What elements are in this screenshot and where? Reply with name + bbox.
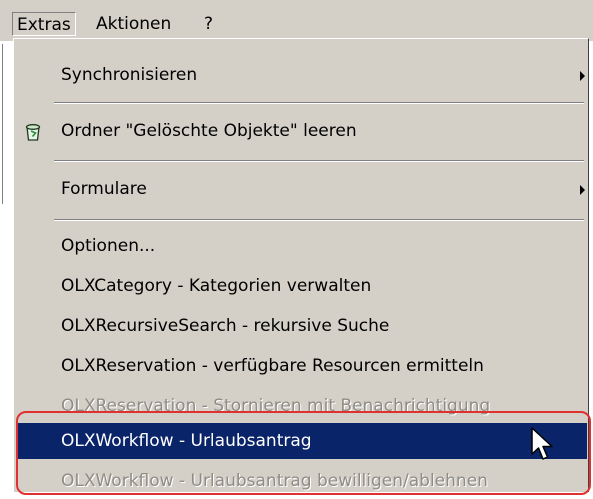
menu-item-olxworkflow-approve: OLXWorkflow - Urlaubsantrag bewilligen/a… [17, 463, 587, 499]
menu-item-label: OLXWorkflow - Urlaubsantrag bewilligen/a… [61, 471, 488, 491]
menu-item-olxreservation-cancel: OLXReservation - Stornieren mit Benachri… [17, 388, 587, 424]
menu-extras[interactable]: Extras [12, 12, 76, 36]
submenu-arrow-icon [580, 71, 585, 81]
menu-item-formulare[interactable]: Formulare [17, 171, 587, 207]
menu-separator [54, 219, 584, 221]
menu-item-label: Synchronisieren [61, 65, 198, 85]
menu-help[interactable]: ? [200, 12, 217, 36]
menu-separator [54, 160, 584, 162]
window-edge-line [2, 44, 3, 204]
menu-item-optionen[interactable]: Optionen... [17, 228, 587, 264]
menu-item-label: OLXReservation - verfügbare Resourcen er… [61, 356, 484, 376]
menu-item-label: OLXWorkflow - Urlaubsantrag [61, 431, 312, 451]
menu-item-label: OLXCategory - Kategorien verwalten [61, 276, 372, 296]
menu-item-synchronisieren[interactable]: Synchronisieren [17, 57, 587, 93]
menu-item-label: OLXReservation - Stornieren mit Benachri… [61, 396, 491, 416]
menu-aktionen[interactable]: Aktionen [92, 12, 175, 36]
menu-item-olxrecursivesearch[interactable]: OLXRecursiveSearch - rekursive Suche [17, 308, 587, 344]
menu-item-label: Optionen... [61, 236, 156, 256]
menu-item-olxreservation-resources[interactable]: OLXReservation - verfügbare Resourcen er… [17, 348, 587, 384]
menu-item-olxcategory[interactable]: OLXCategory - Kategorien verwalten [17, 268, 587, 304]
mouse-cursor-icon [531, 427, 553, 460]
submenu-arrow-icon [580, 185, 585, 195]
menu-bar: Extras Aktionen ? [0, 0, 593, 41]
menu-item-label: OLXRecursiveSearch - rekursive Suche [61, 316, 390, 336]
extras-dropdown-menu: Synchronisieren Ordner "Gelöschte Objekt… [13, 38, 589, 492]
menu-item-empty-deleted-items[interactable]: Ordner "Gelöschte Objekte" leeren [17, 113, 587, 149]
menu-item-label: Formulare [61, 179, 147, 199]
menu-separator [54, 102, 584, 104]
recycle-bin-icon [25, 124, 41, 141]
menu-item-olxworkflow-urlaubsantrag[interactable]: OLXWorkflow - Urlaubsantrag [17, 423, 587, 459]
menu-item-label: Ordner "Gelöschte Objekte" leeren [61, 121, 357, 141]
